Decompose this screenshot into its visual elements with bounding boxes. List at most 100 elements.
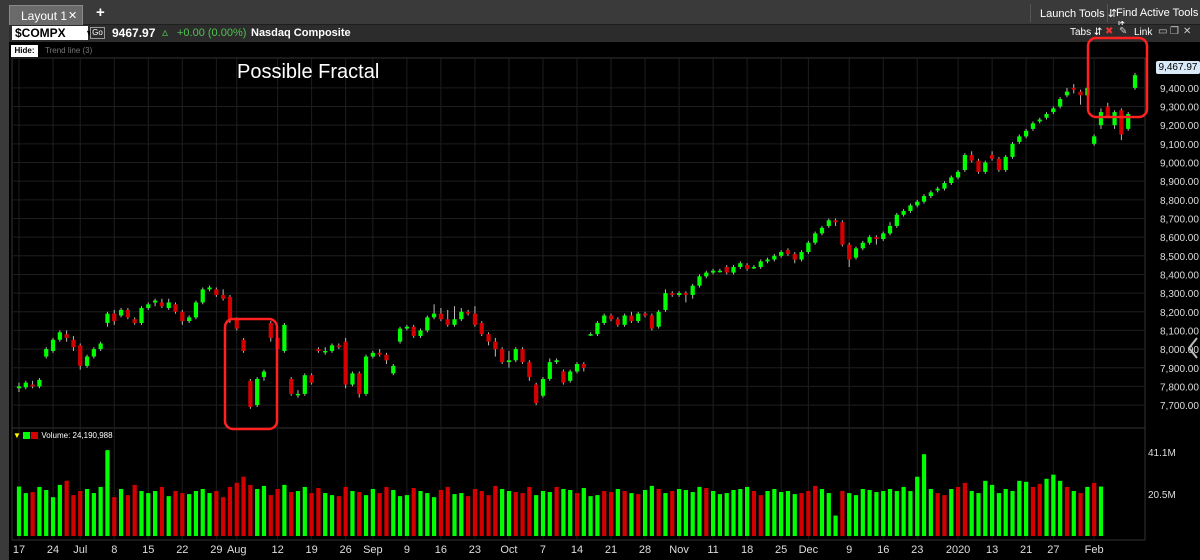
candle-body (91, 349, 96, 357)
volume-bar (1037, 483, 1042, 536)
volume-bar (493, 485, 498, 536)
candle (772, 253, 777, 262)
volume-bar (921, 454, 927, 536)
volume-bar (343, 486, 348, 536)
volume-bar (656, 488, 661, 536)
x-tick-label: 28 (639, 544, 651, 556)
candle-body (384, 354, 389, 361)
candle (520, 347, 525, 365)
candle-body (248, 380, 253, 407)
volume-bar (1078, 493, 1083, 536)
x-tick-label: 22 (176, 544, 188, 556)
candle (1119, 108, 1124, 141)
candle-body (146, 304, 151, 309)
volume-bar (234, 482, 239, 536)
candle (1030, 121, 1036, 131)
candle (649, 313, 654, 331)
candle (1098, 108, 1104, 129)
volume-bar (595, 495, 600, 536)
volume-bar (908, 491, 913, 536)
volume-bar (779, 492, 784, 536)
candle-body (438, 313, 444, 320)
candle-body (1092, 136, 1097, 144)
candle (806, 240, 811, 254)
candle-body (751, 266, 757, 269)
candle-body (520, 349, 525, 363)
candle-body (527, 362, 532, 378)
volume-bar (983, 480, 988, 536)
x-tick-label: 23 (469, 544, 481, 556)
candle-body (649, 315, 654, 329)
candle-body (1010, 143, 1015, 157)
volume-bar (806, 491, 811, 536)
candle-body (16, 386, 22, 389)
candle-body (1119, 110, 1124, 135)
candle-body (50, 339, 56, 351)
candle (132, 317, 137, 325)
candle (261, 369, 267, 381)
candle (629, 311, 634, 323)
candle-body (425, 317, 430, 331)
volume-bar (384, 486, 389, 536)
volume-bar (785, 491, 791, 536)
candle-body (452, 319, 457, 325)
candle (602, 313, 607, 325)
candle (16, 382, 22, 393)
volume-bar (452, 494, 457, 536)
volume-bar (717, 494, 723, 536)
candlestick-chart: 7,700.007,800.007,900.008,000.008,100.00… (11, 36, 1199, 556)
candle (411, 324, 416, 338)
scroll-right-icon[interactable] (1185, 336, 1200, 406)
volume-bar (942, 495, 947, 536)
candle-body (847, 244, 852, 260)
candle (751, 265, 757, 269)
candle (316, 347, 321, 353)
candle-body (105, 313, 110, 323)
candle-body (78, 345, 83, 366)
candle (670, 291, 675, 297)
collapse-triangle-icon[interactable]: ▼ (13, 431, 21, 440)
candle-body (894, 214, 899, 226)
y-tick-label: 9,100.00 (1160, 140, 1199, 151)
volume-bar (690, 492, 695, 536)
volume-bar (91, 493, 96, 536)
volume-bar (248, 484, 253, 536)
volume-bar (98, 486, 103, 536)
candle (1126, 112, 1131, 131)
volume-bar (377, 493, 382, 536)
candle (962, 153, 967, 172)
volume-bar (826, 493, 831, 536)
candle-body (887, 225, 893, 234)
candle (901, 209, 906, 217)
volume-bar (819, 488, 825, 536)
x-tick-label: 13 (986, 544, 998, 556)
volume-bar (180, 493, 185, 536)
candle-body (1078, 91, 1083, 96)
candle-body (44, 349, 49, 357)
volume-bar (118, 488, 124, 536)
volume-bar (466, 496, 471, 536)
candle (1051, 106, 1056, 114)
x-tick-label: 12 (271, 544, 283, 556)
volume-bar (710, 491, 716, 536)
candle (935, 186, 940, 193)
x-tick-label: 2020 (946, 544, 970, 556)
candle (166, 298, 171, 310)
x-tick-label: 9 (846, 544, 852, 556)
candle (343, 337, 348, 389)
volume-bar (1058, 480, 1063, 536)
candle (187, 315, 192, 323)
candle-body (336, 345, 341, 348)
candle-body (540, 378, 546, 396)
candle-body (799, 252, 804, 260)
volume-bar (792, 494, 797, 536)
volume-bar (1085, 486, 1090, 536)
volume-bar (146, 493, 151, 536)
volume-bar (275, 488, 280, 536)
candle-body (758, 261, 763, 267)
candle-body (738, 263, 743, 267)
candle-body (125, 309, 130, 318)
candle-body (833, 220, 838, 223)
volume-bar (513, 492, 518, 536)
candle-body (785, 250, 791, 254)
